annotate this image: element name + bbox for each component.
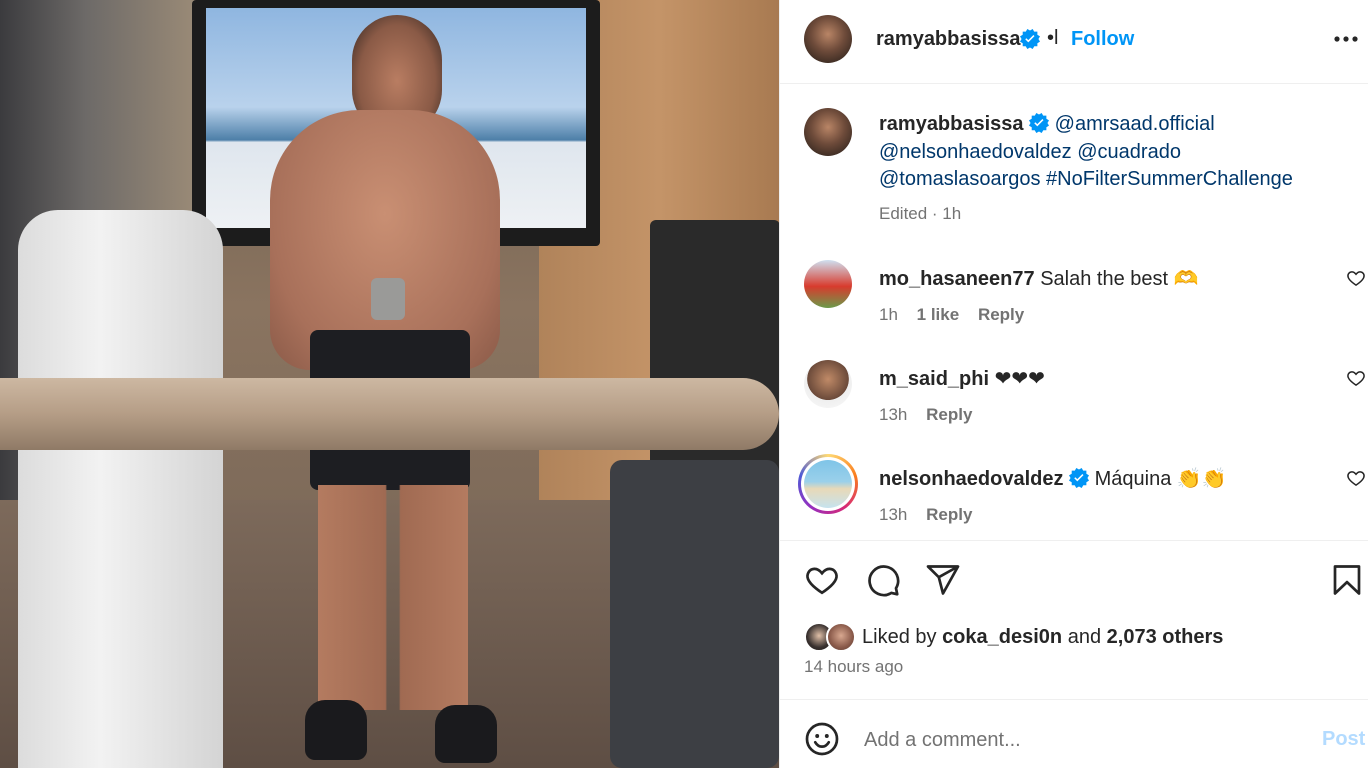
post-photo[interactable] <box>0 0 779 768</box>
comment-time: 1h <box>879 305 898 324</box>
comment-avatar[interactable] <box>804 360 852 408</box>
mention-link[interactable]: @amrsaad.official <box>1055 113 1215 135</box>
photo-shoe-left <box>305 700 367 760</box>
follow-separator: •l <box>1047 27 1059 49</box>
follow-button[interactable]: Follow <box>1071 28 1134 51</box>
comment-username[interactable]: m_said_phi <box>879 368 989 390</box>
photo-towel <box>18 210 223 768</box>
photo-phone <box>371 278 405 320</box>
liked-by: Liked by coka_desi0n and 2,073 others <box>804 620 1354 656</box>
post-side-panel: ramyabbasissa •l Follow ramyabbasissa @a… <box>779 0 1368 768</box>
author-username[interactable]: ramyabbasissa <box>876 28 1021 51</box>
reply-button[interactable]: Reply <box>978 305 1024 324</box>
comment-icon[interactable] <box>865 562 901 598</box>
heart-icon[interactable] <box>1346 268 1366 288</box>
heart-icon[interactable] <box>1346 368 1366 388</box>
comment-time: 13h <box>879 405 908 424</box>
liked-by-conj: and <box>1067 626 1102 648</box>
comment-line: nelsonhaedovaldez Máquina 👏👏 <box>879 466 1227 491</box>
caption-author-username[interactable]: ramyabbasissa <box>879 113 1024 135</box>
caption-text: ramyabbasissa @amrsaad.official @nelsonh… <box>879 111 1339 194</box>
caption-meta: Edited · 1h <box>879 204 962 223</box>
comment-item: mo_hasaneen77 Salah the best 🫶 1h 1 like… <box>804 260 1366 330</box>
comment-text: Salah the best 🫶 <box>1040 268 1199 290</box>
verified-icon <box>1020 29 1040 49</box>
author-avatar[interactable] <box>804 15 852 63</box>
hashtag-link[interactable]: #NoFilterSummerChallenge <box>1046 168 1293 190</box>
comment-avatar[interactable] <box>804 260 852 308</box>
comment-input[interactable] <box>864 726 1294 754</box>
reply-button[interactable]: Reply <box>926 505 972 524</box>
comment-meta: 13h Reply <box>879 505 986 525</box>
verified-icon <box>1069 468 1090 488</box>
comment-text: Máquina 👏👏 <box>1094 468 1227 490</box>
liked-by-prefix: Liked by <box>862 626 937 648</box>
post-comment-button[interactable]: Post <box>1322 728 1365 751</box>
likes-count[interactable]: 2,073 others <box>1107 626 1224 648</box>
liked-by-text: Liked by coka_desi0n and 2,073 others <box>862 626 1223 649</box>
reply-button[interactable]: Reply <box>926 405 972 424</box>
mention-link[interactable]: @tomaslasoargos <box>879 168 1040 190</box>
liker-avatar[interactable] <box>826 622 856 652</box>
comment-line: mo_hasaneen77 Salah the best 🫶 <box>879 266 1199 291</box>
comment-line: m_said_phi ❤❤❤ <box>879 366 1045 391</box>
comment-text: ❤❤❤ <box>994 368 1045 390</box>
photo-person-legs <box>318 485 468 710</box>
bookmark-icon[interactable] <box>1329 562 1365 598</box>
photo-foam-bar <box>0 378 779 450</box>
comment-meta: 1h 1 like Reply <box>879 305 1038 325</box>
comment-likes[interactable]: 1 like <box>917 305 960 324</box>
add-comment-bar: Post <box>780 700 1368 768</box>
photo-bag <box>610 460 779 768</box>
post-timestamp[interactable]: 14 hours ago <box>804 657 903 677</box>
share-icon[interactable] <box>925 562 961 598</box>
caption-author-avatar[interactable] <box>804 108 852 156</box>
comment-time: 13h <box>879 505 908 524</box>
verified-icon <box>1029 113 1050 133</box>
comment-username[interactable]: nelsonhaedovaldez <box>879 468 1064 490</box>
comment-avatar[interactable] <box>804 460 852 508</box>
comment-meta: 13h Reply <box>879 405 986 425</box>
mention-link[interactable]: @nelsonhaedovaldez <box>879 141 1072 163</box>
comment-item: m_said_phi ❤❤❤ 13h Reply <box>804 360 1366 430</box>
photo-shoe-right <box>435 705 497 763</box>
comment-item: nelsonhaedovaldez Máquina 👏👏 13h Reply <box>798 454 1366 530</box>
divider <box>780 540 1368 541</box>
comment-username[interactable]: mo_hasaneen77 <box>879 268 1035 290</box>
post-header: ramyabbasissa •l Follow <box>780 0 1368 84</box>
more-icon[interactable] <box>1332 22 1360 56</box>
mention-link[interactable]: @cuadrado <box>1077 141 1181 163</box>
heart-icon[interactable] <box>804 562 840 598</box>
emoji-icon[interactable] <box>804 721 840 757</box>
liked-by-user[interactable]: coka_desi0n <box>942 626 1062 648</box>
heart-icon[interactable] <box>1346 468 1366 488</box>
action-bar <box>780 558 1368 608</box>
